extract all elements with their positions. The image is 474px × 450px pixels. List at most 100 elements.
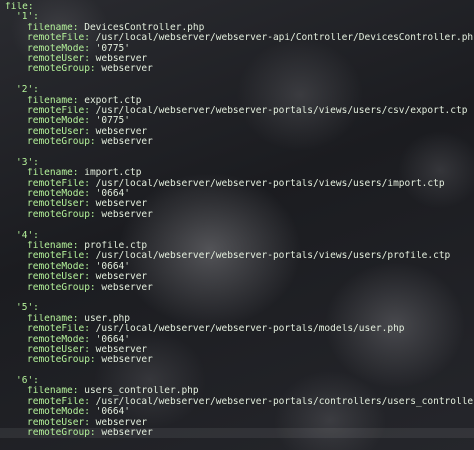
file-index-line: '6':: [0, 376, 474, 386]
file-block-4: '4': filename: profile.ctp remoteFile: /…: [0, 231, 474, 293]
file-block-3: '3': filename: import.ctp remoteFile: /u…: [0, 158, 474, 220]
remote-group-key: remoteGroup:: [27, 282, 96, 293]
remote-mode-key: remoteMode:: [27, 407, 90, 418]
remote-group-value: webserver: [101, 355, 153, 366]
remote-file-line: remoteFile: /usr/local/webserver/webserv…: [0, 106, 474, 116]
filename-key: filename:: [27, 95, 79, 106]
remote-user-key: remoteUser:: [27, 126, 90, 137]
file-index: '3':: [16, 157, 39, 168]
file-index-line: '2':: [0, 85, 474, 95]
remote-group-value: webserver: [101, 282, 153, 293]
file-index-line: '5':: [0, 303, 474, 313]
filename-value: user.php: [84, 313, 130, 324]
remote-user-key: remoteUser:: [27, 344, 90, 355]
filename-key: filename:: [27, 22, 79, 33]
remote-group-value: webserver: [101, 64, 153, 75]
remote-file-value: /usr/local/webserver/webserver-portals/v…: [95, 105, 468, 116]
filename-line: filename: export.ctp: [0, 96, 474, 106]
remote-mode-line: remoteMode: '0664': [0, 189, 474, 199]
remote-user-line: remoteUser: webserver: [0, 345, 474, 355]
remote-file-key: remoteFile:: [27, 33, 90, 44]
remote-user-line: remoteUser: webserver: [0, 199, 474, 209]
remote-group-key: remoteGroup:: [27, 355, 96, 366]
filename-value: import.ctp: [84, 168, 142, 179]
file-index: '6':: [16, 376, 39, 387]
remote-mode-line: remoteMode: '0664': [0, 262, 474, 272]
remote-mode-value: '0664': [95, 261, 130, 272]
remote-user-line: remoteUser: webserver: [0, 127, 474, 137]
remote-user-value: webserver: [95, 126, 148, 137]
remote-user-key: remoteUser:: [27, 199, 90, 210]
filename-line: filename: DevicesController.php: [0, 23, 474, 33]
filename-key: filename:: [27, 240, 79, 251]
remote-mode-key: remoteMode:: [27, 189, 90, 200]
remote-file-value: /usr/local/webserver/webserver-portals/v…: [95, 178, 445, 189]
remote-mode-line: remoteMode: '0775': [0, 44, 474, 54]
remote-group-key: remoteGroup:: [27, 209, 96, 220]
yaml-editor[interactable]: file: '1': filename: DevicesController.p…: [0, 0, 474, 450]
remote-mode-line: remoteMode: '0664': [0, 407, 474, 417]
file-index: '4':: [16, 230, 39, 241]
root-key-line: file:: [0, 2, 474, 12]
remote-mode-line: remoteMode: '0775': [0, 116, 474, 126]
remote-mode-key: remoteMode:: [27, 334, 90, 345]
filename-key: filename:: [27, 168, 79, 179]
filename-value: export.ctp: [84, 95, 142, 106]
remote-file-key: remoteFile:: [27, 178, 90, 189]
file-index-line: '1':: [0, 12, 474, 22]
filename-key: filename:: [27, 386, 79, 397]
remote-group-value: webserver: [101, 209, 153, 220]
file-index: '1':: [16, 12, 39, 23]
remote-group-value: webserver: [101, 428, 153, 439]
remote-file-value: /usr/local/webserver/webserver-portals/c…: [95, 396, 474, 407]
remote-user-value: webserver: [95, 199, 148, 210]
remote-file-line: remoteFile: /usr/local/webserver/webserv…: [0, 324, 474, 334]
remote-file-line: remoteFile: /usr/local/webserver/webserv…: [0, 397, 474, 407]
remote-user-value: webserver: [95, 417, 148, 428]
remote-mode-line: remoteMode: '0664': [0, 335, 474, 345]
remote-user-value: webserver: [95, 272, 148, 283]
remote-file-line: remoteFile: /usr/local/webserver/webserv…: [0, 33, 474, 43]
remote-file-key: remoteFile:: [27, 324, 90, 335]
filename-value: profile.ctp: [84, 240, 148, 251]
remote-file-line: remoteFile: /usr/local/webserver/webserv…: [0, 179, 474, 189]
remote-file-key: remoteFile:: [27, 105, 90, 116]
root-key: file:: [5, 2, 34, 12]
remote-file-key: remoteFile:: [27, 396, 90, 407]
remote-mode-value: '0775': [95, 116, 130, 127]
remote-user-line: remoteUser: webserver: [0, 272, 474, 282]
remote-file-value: /usr/local/webserver/webserver-portals/v…: [95, 251, 451, 262]
remote-user-key: remoteUser:: [27, 417, 90, 428]
filename-value: users_controller.php: [84, 386, 199, 397]
remote-group-line: remoteGroup: webserver: [0, 283, 474, 293]
remote-file-line: remoteFile: /usr/local/webserver/webserv…: [0, 251, 474, 261]
filename-key: filename:: [27, 313, 79, 324]
file-block-2: '2': filename: export.ctp remoteFile: /u…: [0, 85, 474, 147]
filename-line: filename: users_controller.php: [0, 386, 474, 396]
remote-group-value: webserver: [101, 137, 153, 148]
file-index: '5':: [16, 303, 39, 314]
remote-mode-value: '0664': [95, 334, 130, 345]
remote-user-value: webserver: [95, 53, 148, 64]
file-index-line: '4':: [0, 231, 474, 241]
file-index: '2':: [16, 85, 39, 96]
remote-user-key: remoteUser:: [27, 53, 90, 64]
remote-file-value: /usr/local/webserver/webserver-portals/m…: [95, 324, 405, 335]
remote-mode-key: remoteMode:: [27, 261, 90, 272]
filename-value: DevicesController.php: [84, 22, 205, 33]
remote-file-key: remoteFile:: [27, 251, 90, 262]
file-block-1: '1': filename: DevicesController.php rem…: [0, 12, 474, 74]
remote-mode-key: remoteMode:: [27, 116, 90, 127]
remote-group-line[interactable]: remoteGroup: webserver: [0, 428, 474, 439]
file-index-line: '3':: [0, 158, 474, 168]
remote-mode-value: '0775': [95, 43, 130, 54]
remote-user-key: remoteUser:: [27, 272, 90, 283]
filename-line: filename: user.php: [0, 314, 474, 324]
remote-group-key: remoteGroup:: [27, 428, 96, 439]
remote-user-line: remoteUser: webserver: [0, 54, 474, 64]
